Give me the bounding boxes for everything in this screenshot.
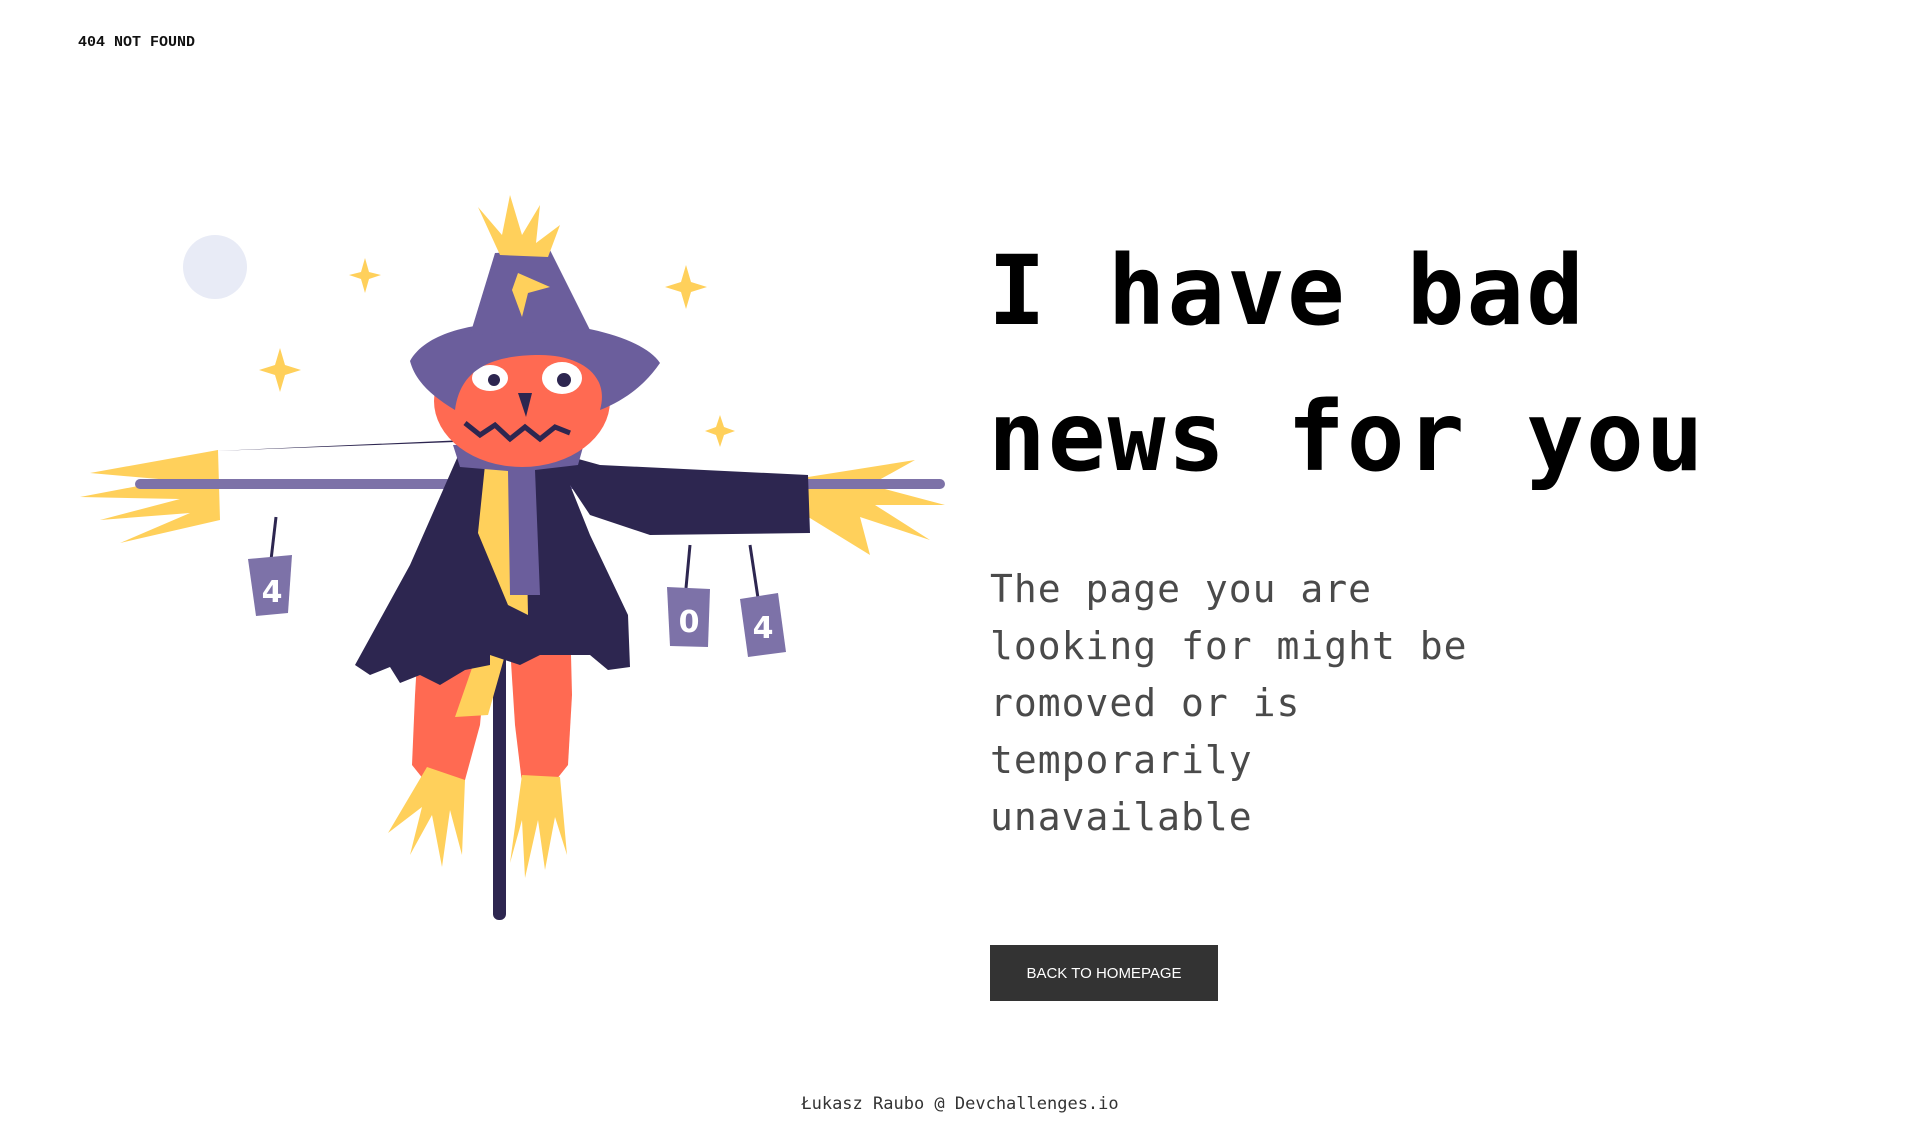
message-line-5: unavailable (990, 795, 1253, 839)
hat-straw (478, 195, 560, 257)
can-2: 0 (667, 587, 710, 647)
can-3-label: 4 (753, 611, 774, 646)
message-line-3: romoved or is (990, 681, 1301, 725)
can-2-label: 0 (679, 605, 700, 640)
message-line-2: looking for might be (990, 624, 1468, 668)
feet-straw (388, 767, 567, 878)
page-headline: I have bad news for you (988, 218, 1888, 510)
scarecrow-illustration: 4 0 4 (80, 195, 945, 920)
back-to-homepage-button[interactable]: BACK TO HOMEPAGE (990, 945, 1218, 1001)
can-1: 4 (248, 555, 292, 616)
headline-line-1: I have bad (988, 235, 1586, 347)
error-message: The page you are looking for might be ro… (990, 561, 1550, 846)
message-line-4: temporarily (990, 738, 1253, 782)
left-hand-straw (80, 450, 220, 543)
headline-line-2: news for you (988, 381, 1706, 493)
right-hand-straw (805, 460, 945, 555)
can-1-label: 4 (262, 575, 283, 610)
moon-icon (183, 235, 247, 299)
site-brand: 404 NOT FOUND (78, 34, 196, 51)
footer-credit: Łukasz Raubo @ Devchallenges.io (801, 1094, 1119, 1114)
can-3: 4 (740, 593, 786, 657)
hat-top (470, 250, 590, 335)
message-line-1: The page you are (990, 567, 1373, 611)
